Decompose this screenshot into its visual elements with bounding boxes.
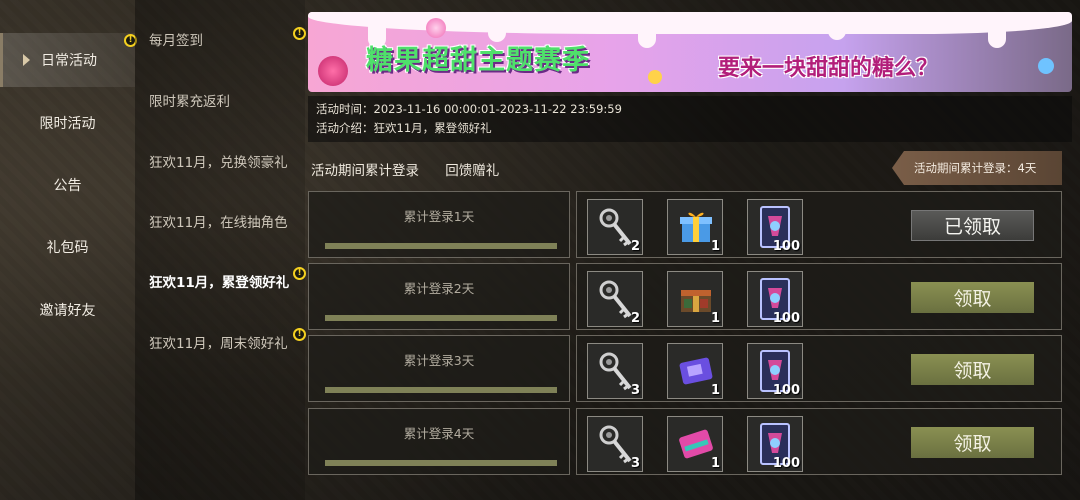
claimed-button[interactable]: 已领取	[911, 210, 1034, 241]
login-day-label: 累计登录1天	[403, 209, 475, 224]
item-quantity: 2	[630, 239, 640, 254]
banner-icing	[308, 12, 1072, 34]
progress-bar	[325, 315, 557, 321]
card-pack-icon[interactable]: 100	[747, 343, 803, 399]
left-nav-label: 公告	[53, 178, 82, 194]
event-time: 活动时间：2023-11-16 00:00:01-2023-11-22 23:5…	[316, 102, 622, 116]
active-arrow-icon	[23, 54, 30, 66]
left-nav-item-invite[interactable]: 邀请好友	[0, 283, 135, 337]
left-nav-label: 礼包码	[46, 240, 89, 256]
progress-bar	[325, 460, 557, 466]
candy-icon	[648, 70, 662, 84]
icing-drip	[988, 26, 1006, 48]
reward-items: 2 1 100 已领取	[576, 191, 1062, 258]
tab-feedback-gift[interactable]: 回馈赠礼	[445, 163, 499, 179]
left-nav-item-announcement[interactable]: 公告	[0, 158, 135, 212]
key-icon[interactable]: 3	[587, 416, 643, 472]
card-pack-icon[interactable]: 100	[747, 271, 803, 327]
gift-box-icon[interactable]: 1	[667, 199, 723, 255]
banner-title: 糖果超甜主题赛季	[366, 45, 590, 76]
item-quantity: 1	[710, 311, 720, 326]
reward-row: 累计登录3天 3 1 100 领取	[308, 335, 1072, 402]
item-quantity: 1	[710, 456, 720, 471]
login-day-progress: 累计登录1天	[308, 191, 570, 258]
left-nav-label: 日常活动	[41, 53, 97, 69]
login-day-progress: 累计登录2天	[308, 263, 570, 330]
activity-item-login-reward[interactable]: 狂欢11月，累登领好礼	[149, 271, 289, 291]
reward-items: 3 1 100 领取	[576, 408, 1062, 475]
activity-label: 狂欢11月，兑换领豪礼	[149, 155, 288, 171]
reward-tabs: 活动期间累计登录 回馈赠礼	[311, 159, 521, 179]
activity-label: 每月签到	[149, 33, 203, 49]
login-day-progress: 累计登录4天	[308, 408, 570, 475]
progress-bar	[325, 387, 557, 393]
activity-item-monthly-signin[interactable]: 每月签到	[149, 29, 203, 49]
activity-item-exchange[interactable]: 狂欢11月，兑换领豪礼	[149, 151, 288, 171]
item-quantity: 3	[630, 383, 640, 398]
activity-label: 狂欢11月，周末领好礼	[149, 336, 288, 352]
login-day-label: 累计登录4天	[403, 426, 475, 441]
activity-content: 糖果超甜主题赛季 要来一块甜甜的糖么？ 活动时间：2023-11-16 00:0…	[305, 0, 1080, 500]
left-nav-label: 限时活动	[39, 116, 96, 132]
activity-label: 狂欢11月，累登领好礼	[149, 275, 290, 291]
reward-row: 累计登录1天 2 1 100 已领取	[308, 191, 1072, 258]
tab-cumulative-login[interactable]: 活动期间累计登录	[311, 163, 419, 179]
login-day-progress: 累计登录3天	[308, 335, 570, 402]
key-icon[interactable]: 2	[587, 271, 643, 327]
left-nav-item-limited[interactable]: 限时活动	[0, 96, 135, 150]
item-quantity: 100	[772, 239, 800, 254]
activity-item-recharge-rebate[interactable]: 限时累充返利	[149, 90, 230, 110]
key-icon[interactable]: 2	[587, 199, 643, 255]
item-quantity: 100	[772, 456, 800, 471]
ticket-purple-icon[interactable]: 1	[667, 343, 723, 399]
banner-subtitle: 要来一块甜甜的糖么？	[718, 56, 939, 81]
candy-icon	[1038, 58, 1054, 74]
icing-drip	[828, 26, 846, 40]
item-quantity: 1	[710, 239, 720, 254]
left-nav-item-daily[interactable]: 日常活动 !	[0, 33, 137, 87]
ticket-pink-icon[interactable]: 1	[667, 416, 723, 472]
reward-items: 2 1 100 领取	[576, 263, 1062, 330]
item-quantity: 100	[772, 311, 800, 326]
login-day-label: 累计登录3天	[403, 353, 475, 368]
login-day-label: 累计登录2天	[403, 281, 475, 296]
claim-button[interactable]: 领取	[911, 427, 1034, 458]
login-days-badge: 活动期间累计登录：4天	[892, 151, 1062, 185]
activity-item-weekend-reward[interactable]: 狂欢11月，周末领好礼	[149, 332, 288, 352]
claim-button[interactable]: 领取	[911, 282, 1034, 313]
left-nav: 日常活动 ! 限时活动 公告 礼包码 邀请好友	[0, 0, 137, 500]
event-intro: 活动介绍：狂欢11月，累登领好礼	[316, 121, 492, 135]
left-nav-label: 邀请好友	[39, 303, 96, 319]
reward-row: 累计登录4天 3 1 100 领取	[308, 408, 1072, 475]
reward-items: 3 1 100 领取	[576, 335, 1062, 402]
item-quantity: 2	[630, 311, 640, 326]
item-quantity: 3	[630, 456, 640, 471]
reward-row: 累计登录2天 2 1 100 领取	[308, 263, 1072, 330]
event-banner: 糖果超甜主题赛季 要来一块甜甜的糖么？	[308, 12, 1072, 92]
claim-button[interactable]: 领取	[911, 354, 1034, 385]
card-pack-icon[interactable]: 100	[747, 416, 803, 472]
activity-list: 每月签到 ! 限时累充返利 狂欢11月，兑换领豪礼 狂欢11月，在线抽角色 狂欢…	[135, 0, 306, 500]
activity-label: 限时累充返利	[149, 94, 230, 110]
key-icon[interactable]: 3	[587, 343, 643, 399]
login-days-text: 活动期间累计登录：4天	[914, 161, 1037, 175]
item-quantity: 100	[772, 383, 800, 398]
event-info: 活动时间：2023-11-16 00:00:01-2023-11-22 23:5…	[308, 96, 1072, 142]
item-quantity: 1	[710, 383, 720, 398]
activity-label: 狂欢11月，在线抽角色	[149, 215, 288, 231]
candy-icon	[318, 56, 348, 86]
progress-bar	[325, 243, 557, 249]
icing-drip	[638, 26, 656, 48]
crate-icon[interactable]: 1	[667, 271, 723, 327]
card-pack-icon[interactable]: 100	[747, 199, 803, 255]
candy-icon	[426, 18, 446, 38]
activity-item-online-draw[interactable]: 狂欢11月，在线抽角色	[149, 211, 288, 231]
left-nav-item-gift-code[interactable]: 礼包码	[0, 220, 135, 274]
